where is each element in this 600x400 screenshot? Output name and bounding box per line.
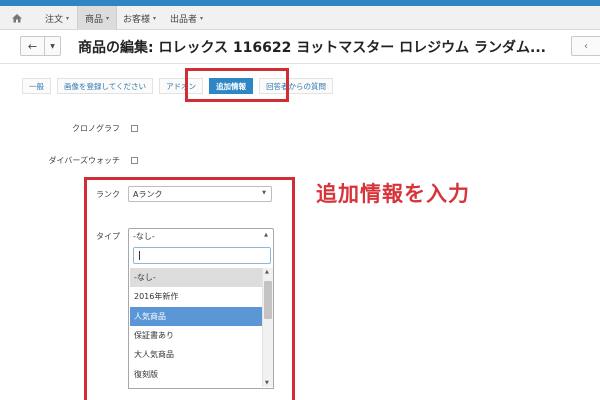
chevron-down-icon: ▼ (50, 42, 55, 50)
chevron-left-icon: ‹ (584, 40, 588, 52)
nav-menu-products-label: 商品 (85, 14, 104, 25)
tab-images[interactable]: 画像を登録してください (57, 78, 154, 94)
page-header: ← ▼ 商品の編集: ロレックス 116622 ヨットマスター ロレジウム ラン… (0, 30, 600, 64)
nav-menu-customers[interactable]: お客様 ▾ (116, 6, 163, 30)
tab-general[interactable]: 一般 (22, 78, 51, 94)
back-button-group: ← ▼ (20, 36, 61, 56)
back-button[interactable]: ← (20, 36, 45, 56)
chronograph-checkbox[interactable] (131, 125, 138, 132)
home-icon (12, 14, 22, 23)
arrow-left-icon: ← (27, 39, 38, 53)
divers-watch-checkbox[interactable] (131, 157, 138, 164)
tab-highlight-box (185, 68, 289, 102)
annotation-text: 追加情報を入力 (316, 182, 470, 206)
chevron-down-icon: ▾ (106, 14, 110, 22)
chronograph-label: クロノグラフ (72, 124, 120, 133)
nav-home-button[interactable] (4, 6, 30, 30)
divers-watch-label: ダイバーズウォッチ (48, 156, 120, 165)
chevron-down-icon: ▾ (153, 14, 157, 22)
page-title: 商品の編集: ロレックス 116622 ヨットマスター ロレジウム ランダム..… (78, 40, 546, 56)
nav-menu-sellers[interactable]: 出品者 ▾ (163, 6, 210, 30)
top-navbar: 注文 ▾ 商品 ▾ お客様 ▾ 出品者 ▾ (0, 6, 600, 30)
product-tabs: 一般 画像を登録してください アドオン 追加情報 回答者からの質問 (22, 78, 339, 94)
nav-menu-products[interactable]: 商品 ▾ (77, 6, 118, 30)
nav-menu-orders-label: 注文 (45, 14, 64, 25)
form-highlight-box (84, 177, 295, 400)
prev-product-button[interactable]: ‹ (571, 36, 600, 56)
chevron-down-icon: ▾ (66, 14, 70, 22)
back-menu-button[interactable]: ▼ (45, 36, 61, 56)
nav-menu-customers-label: お客様 (123, 14, 151, 25)
nav-menu-sellers-label: 出品者 (170, 14, 198, 25)
chevron-down-icon: ▾ (200, 14, 204, 22)
nav-menu-orders[interactable]: 注文 ▾ (38, 6, 76, 30)
